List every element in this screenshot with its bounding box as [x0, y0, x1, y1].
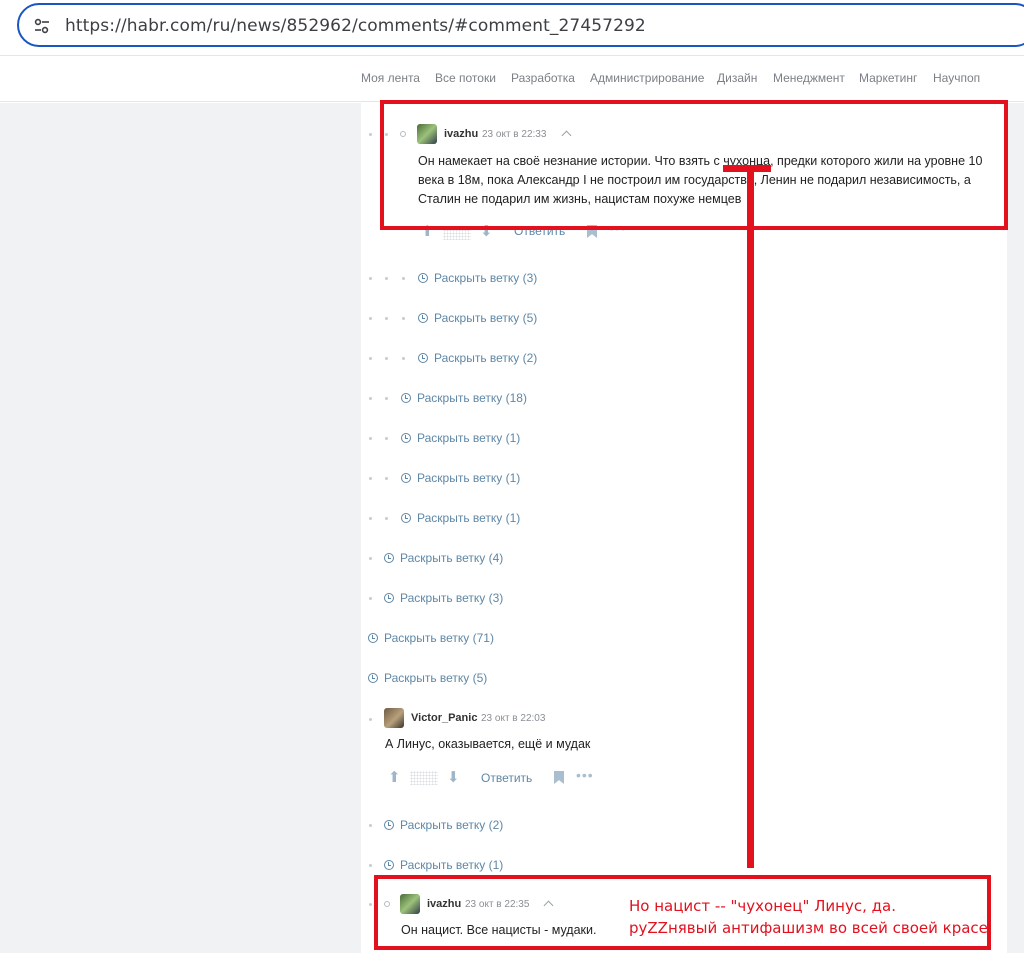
thread-dot [385, 317, 388, 320]
expand-label: Раскрыть ветку (4) [400, 551, 504, 565]
reply-button[interactable]: Ответить [481, 771, 532, 785]
avatar[interactable] [384, 708, 404, 728]
thread-dot [369, 477, 372, 480]
expand-label: Раскрыть ветку (71) [384, 631, 494, 645]
thread-dot [369, 357, 372, 360]
thread-dot [369, 864, 372, 867]
expand-label: Раскрыть ветку (1) [417, 511, 521, 525]
thread-dot [402, 277, 405, 280]
thread-dot [402, 357, 405, 360]
expand-thread-button[interactable]: Раскрыть ветку (3) [384, 591, 503, 605]
nav-item-all-streams[interactable]: Все потоки [435, 71, 496, 85]
thread-dot [369, 397, 372, 400]
clock-icon [368, 633, 378, 643]
thread-dot [385, 517, 388, 520]
expand-thread-button[interactable]: Раскрыть ветку (1) [401, 471, 520, 485]
nav-item-management[interactable]: Менеджмент [773, 71, 845, 85]
nav-item-administration[interactable]: Администрирование [590, 71, 704, 85]
clock-icon [401, 513, 411, 523]
clock-icon [384, 820, 394, 830]
thread-dot [369, 277, 372, 280]
clock-icon [384, 593, 394, 603]
expand-thread-button[interactable]: Раскрыть ветку (2) [418, 351, 537, 365]
annotation-line: руZZнявый антифашизм во всей своей красе… [629, 919, 993, 937]
annotation-line: Но нацист -- "чухонец" Линус, да. [629, 897, 896, 915]
thread-dot [369, 517, 372, 520]
thread-dot [385, 277, 388, 280]
annotation-text: Но нацист -- "чухонец" Линус, да. руZZня… [629, 895, 993, 939]
clock-icon [401, 473, 411, 483]
thread-dot [385, 437, 388, 440]
annotation-box-top [380, 100, 1008, 230]
clock-icon [418, 273, 428, 283]
vote-up-icon[interactable]: ⬆ [388, 768, 401, 786]
thread-dot [369, 317, 372, 320]
annotation-connector-line [747, 172, 754, 868]
expand-label: Раскрыть ветку (5) [384, 671, 488, 685]
nav-item-popsci[interactable]: Научпоп [933, 71, 980, 85]
expand-label: Раскрыть ветку (5) [434, 311, 538, 325]
thread-dot [369, 557, 372, 560]
clock-icon [401, 393, 411, 403]
expand-thread-button[interactable]: Раскрыть ветку (5) [368, 671, 487, 685]
thread-dot [369, 597, 372, 600]
thread-dot [369, 718, 372, 721]
expand-thread-button[interactable]: Раскрыть ветку (5) [418, 311, 537, 325]
page-background-right [1007, 103, 1024, 953]
site-settings-icon[interactable] [33, 17, 51, 35]
expand-thread-button[interactable]: Раскрыть ветку (18) [401, 391, 527, 405]
nav-item-marketing[interactable]: Маркетинг [859, 71, 917, 85]
expand-label: Раскрыть ветку (1) [400, 858, 504, 872]
expand-thread-button[interactable]: Раскрыть ветку (1) [401, 511, 520, 525]
expand-thread-button[interactable]: Раскрыть ветку (3) [418, 271, 537, 285]
expand-label: Раскрыть ветку (1) [417, 431, 521, 445]
expand-thread-button[interactable]: Раскрыть ветку (4) [384, 551, 503, 565]
annotation-underline [723, 165, 771, 172]
expand-thread-button[interactable]: Раскрыть ветку (2) [384, 818, 503, 832]
expand-thread-button[interactable]: Раскрыть ветку (1) [384, 858, 503, 872]
clock-icon [368, 673, 378, 683]
thread-dot [369, 133, 372, 136]
nav-item-my-feed[interactable]: Моя лента [361, 71, 420, 85]
expand-label: Раскрыть ветку (1) [417, 471, 521, 485]
vote-down-icon[interactable]: ⬇ [447, 768, 460, 786]
thread-dot [369, 437, 372, 440]
nav-item-development[interactable]: Разработка [511, 71, 575, 85]
comment-text: А Линус, оказывается, ещё и мудак [385, 737, 591, 751]
comment-time[interactable]: 23 окт в 22:03 [481, 713, 545, 724]
expand-label: Раскрыть ветку (2) [434, 351, 538, 365]
clock-icon [384, 860, 394, 870]
nav-item-design[interactable]: Дизайн [717, 71, 757, 85]
clock-icon [401, 433, 411, 443]
thread-dot [385, 397, 388, 400]
clock-icon [418, 353, 428, 363]
habr-nav: Моя лента Все потоки Разработка Админист… [0, 55, 1024, 102]
thread-dot [369, 903, 372, 906]
comment-author[interactable]: Victor_Panic [411, 712, 477, 724]
expand-label: Раскрыть ветку (18) [417, 391, 527, 405]
expand-label: Раскрыть ветку (2) [400, 818, 504, 832]
thread-dot [369, 824, 372, 827]
expand-thread-button[interactable]: Раскрыть ветку (71) [368, 631, 494, 645]
address-bar[interactable]: https://habr.com/ru/news/852962/comments… [17, 3, 1024, 47]
clock-icon [384, 553, 394, 563]
expand-label: Раскрыть ветку (3) [400, 591, 504, 605]
clock-icon [418, 313, 428, 323]
more-icon[interactable]: ••• [576, 767, 594, 783]
thread-dot [385, 477, 388, 480]
comment-score [410, 771, 438, 785]
page-background [0, 103, 361, 953]
url-text[interactable]: https://habr.com/ru/news/852962/comments… [65, 16, 646, 36]
expand-label: Раскрыть ветку (3) [434, 271, 538, 285]
thread-dot [385, 357, 388, 360]
expand-thread-button[interactable]: Раскрыть ветку (1) [401, 431, 520, 445]
browser-toolbar: https://habr.com/ru/news/852962/comments… [0, 0, 1024, 54]
thread-dot [402, 317, 405, 320]
